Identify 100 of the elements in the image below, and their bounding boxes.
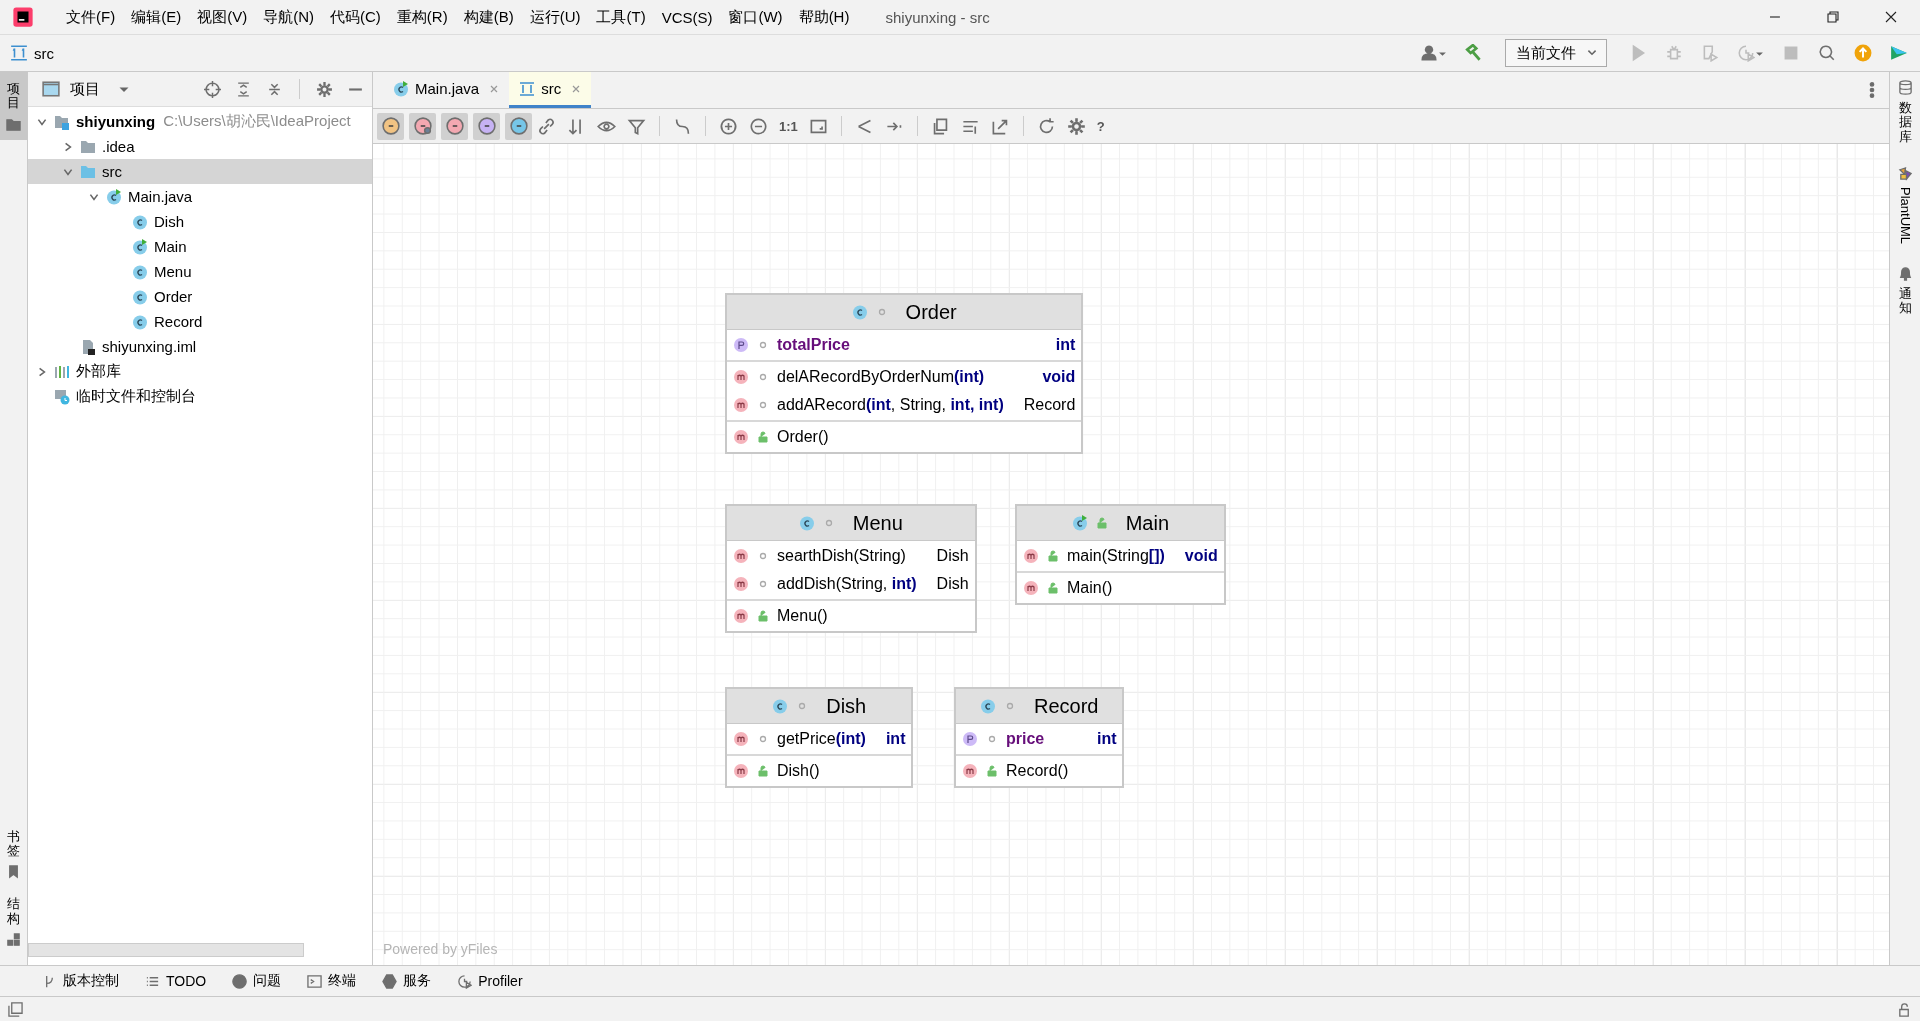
search-icon[interactable]: [1818, 44, 1836, 62]
user-icon[interactable]: [1420, 44, 1438, 62]
menubar-entry[interactable]: 编辑(E): [123, 7, 190, 27]
tool-window-tab[interactable]: 通知: [1898, 286, 1912, 316]
class-icon: [772, 698, 789, 714]
window-title: shiyunxing - src: [885, 8, 990, 26]
class-node[interactable]: Order totalPrice int delARecordByOrderNum(int) void addARecord(int, String, int, int) Record Order(): [725, 293, 1084, 454]
menubar-entry[interactable]: 重构(R): [388, 7, 456, 27]
member-name: totalPrice: [777, 336, 851, 354]
tool-window-button[interactable]: 终端: [328, 972, 357, 990]
locate-icon[interactable]: [204, 80, 221, 98]
tree-item[interactable]: Order: [28, 284, 372, 309]
project-view-title[interactable]: 项目: [70, 79, 100, 99]
class-node[interactable]: Dish getPrice(int) int Dish(): [725, 687, 914, 788]
tool-window-button[interactable]: 版本控制: [63, 972, 119, 990]
editor-tab[interactable]: Main.java: [415, 80, 480, 97]
menubar-entry[interactable]: 文件(F): [58, 7, 124, 27]
diagram-icon: [519, 80, 536, 97]
breadcrumb[interactable]: src: [34, 44, 54, 62]
link-icon[interactable]: [537, 116, 556, 136]
class-icon: [851, 304, 868, 320]
tool-window-button[interactable]: Profiler: [478, 973, 523, 989]
inner-toggle[interactable]: [505, 112, 532, 140]
database-icon[interactable]: [1897, 80, 1913, 95]
close-icon[interactable]: [1883, 9, 1899, 25]
scrollbar[interactable]: [28, 943, 304, 957]
tool-window-button[interactable]: 问题: [253, 972, 282, 990]
menubar-entry[interactable]: 视图(V): [189, 7, 256, 27]
menubar-entry[interactable]: 构建(B): [455, 7, 522, 27]
tool-window-tab[interactable]: 书签: [0, 819, 27, 888]
menubar-entry[interactable]: 帮助(H): [790, 7, 858, 27]
folder-icon: [80, 163, 96, 180]
zoom-out-icon[interactable]: [749, 116, 768, 136]
tree-item[interactable]: Main.java: [28, 184, 372, 209]
tool-window-tab[interactable]: 结构: [0, 887, 27, 955]
toolbox-logo-icon[interactable]: [1890, 44, 1908, 62]
menubar-entry[interactable]: 工具(T): [588, 7, 654, 27]
settings-icon[interactable]: [1066, 116, 1086, 136]
member-name: Main(): [1067, 579, 1114, 597]
menubar-entry[interactable]: 导航(N): [255, 7, 322, 27]
member-name: Dish(): [777, 762, 821, 780]
tree-item[interactable]: src: [28, 159, 372, 184]
play-hexagon-icon[interactable]: [382, 973, 398, 989]
help-button[interactable]: ?: [1096, 118, 1105, 134]
constructors-toggle[interactable]: [409, 112, 436, 140]
actual-size-button[interactable]: 1:1: [779, 118, 798, 134]
folder-icon: [6, 116, 21, 132]
library-icon: [54, 363, 70, 380]
menubar-entry[interactable]: 运行(U): [521, 7, 589, 27]
tree-item[interactable]: shiyunxing.iml: [28, 334, 372, 359]
run-config-dropdown[interactable]: 当前文件: [1505, 39, 1607, 67]
tool-window-tab[interactable]: 项目: [0, 72, 27, 140]
method-icon: [1023, 548, 1039, 564]
class-name: Record: [1034, 694, 1099, 718]
member-type: int: [885, 730, 906, 748]
bell-icon[interactable]: [1897, 265, 1913, 281]
editor-tab[interactable]: src: [541, 80, 562, 97]
tool-window-tab[interactable]: 数据库: [1898, 101, 1912, 144]
class-icon: [798, 515, 815, 531]
tree-item[interactable]: .idea: [28, 134, 372, 159]
restore-icon[interactable]: [1825, 9, 1841, 25]
field-icon: [733, 337, 749, 353]
menubar-entry[interactable]: VCS(S): [653, 8, 721, 26]
menubar-entry[interactable]: 窗口(W): [720, 7, 791, 27]
class-node[interactable]: Record price int Record(): [954, 687, 1125, 788]
terminal-icon[interactable]: [307, 973, 323, 989]
clock-play-icon[interactable]: [457, 973, 473, 989]
class-node[interactable]: Menu searthDish(String) Dish addDish(String, int) Dish Menu(): [725, 504, 977, 633]
method-icon: [733, 576, 749, 592]
class-node[interactable]: Main main(String[]) void Main(): [1015, 504, 1226, 605]
tree-item[interactable]: Dish: [28, 209, 372, 234]
hammer-icon[interactable]: [1465, 44, 1483, 62]
properties-toggle[interactable]: [473, 112, 500, 140]
lock-icon[interactable]: [1897, 1001, 1912, 1017]
tool-window-button[interactable]: 服务: [403, 972, 432, 990]
expand-all-icon[interactable]: [235, 80, 252, 98]
inner-class-icon: [509, 117, 528, 135]
member-name: getPrice(int): [777, 730, 866, 748]
member-type: Dish: [936, 575, 969, 593]
tool-window-button[interactable]: TODO: [166, 973, 207, 989]
methods-toggle[interactable]: [441, 112, 468, 140]
zoom-in-icon[interactable]: [719, 116, 738, 136]
layout-toggle-icon[interactable]: [8, 1001, 23, 1017]
tree-item[interactable]: 临时文件和控制台: [28, 384, 372, 409]
field-icon: [381, 117, 400, 135]
window-icon: [42, 80, 60, 98]
menubar-entry[interactable]: 代码(C): [322, 7, 389, 27]
method-icon: [733, 608, 749, 624]
tree-item[interactable]: shiyunxing C:\Users\胡沁民\IdeaProject: [28, 109, 372, 134]
fields-toggle[interactable]: [377, 112, 404, 140]
tool-window-tab[interactable]: PlantUML: [1897, 186, 1913, 244]
class-icon: [132, 263, 148, 280]
tree-item[interactable]: Main: [28, 234, 372, 259]
method-badge-icon: [413, 117, 432, 135]
class-run-icon: [1071, 515, 1088, 531]
tree-item[interactable]: Record: [28, 309, 372, 334]
settings-icon[interactable]: [316, 80, 333, 98]
tree-item[interactable]: 外部库: [28, 359, 372, 384]
class-run-icon: [132, 238, 148, 255]
tree-item[interactable]: Menu: [28, 259, 372, 284]
